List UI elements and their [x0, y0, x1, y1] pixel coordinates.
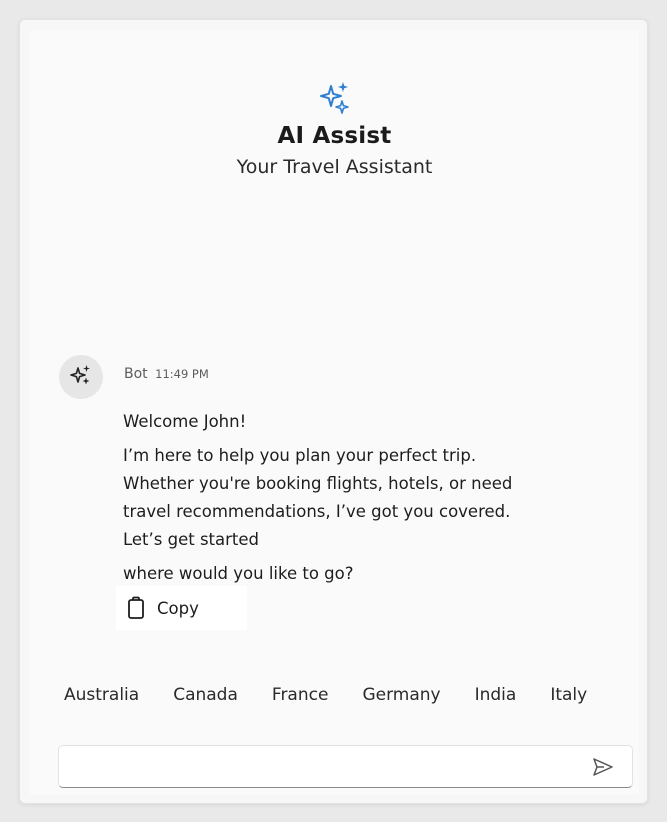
message-meta: Bot 11:49 PM	[124, 366, 209, 382]
message-greeting: Welcome John!	[123, 412, 247, 431]
app-title: AI Assist	[277, 123, 392, 149]
suggestion-france[interactable]: France	[272, 685, 329, 705]
copy-button[interactable]: Copy	[116, 586, 247, 630]
suggestion-india[interactable]: India	[475, 685, 517, 705]
suggestion-germany[interactable]: Germany	[362, 685, 440, 705]
bot-avatar	[59, 355, 103, 399]
app-subtitle: Your Travel Assistant	[236, 156, 433, 178]
message-input-container	[58, 745, 633, 788]
message-question: where would you like to go?	[123, 564, 354, 583]
sender-name: Bot	[124, 366, 148, 382]
copy-label: Copy	[157, 598, 199, 618]
sparkle-icon	[70, 364, 92, 390]
chat-window: AI Assist Your Travel Assistant Bot 11:4…	[19, 19, 648, 804]
sparkle-icon	[318, 80, 352, 114]
chat-panel: AI Assist Your Travel Assistant Bot 11:4…	[30, 30, 639, 795]
chat-header: AI Assist Your Travel Assistant	[30, 80, 639, 178]
message-input[interactable]	[69, 752, 573, 782]
send-icon[interactable]	[592, 756, 614, 778]
suggestion-canada[interactable]: Canada	[173, 685, 238, 705]
bot-message: Welcome John! I’m here to help you plan …	[123, 408, 513, 594]
suggestion-list: Australia Canada France Germany India It…	[64, 685, 587, 705]
suggestion-australia[interactable]: Australia	[64, 685, 139, 705]
message-time: 11:49 PM	[155, 367, 209, 381]
suggestion-italy[interactable]: Italy	[550, 685, 587, 705]
message-body: I’m here to help you plan your perfect t…	[123, 446, 513, 549]
clipboard-icon	[127, 596, 145, 620]
